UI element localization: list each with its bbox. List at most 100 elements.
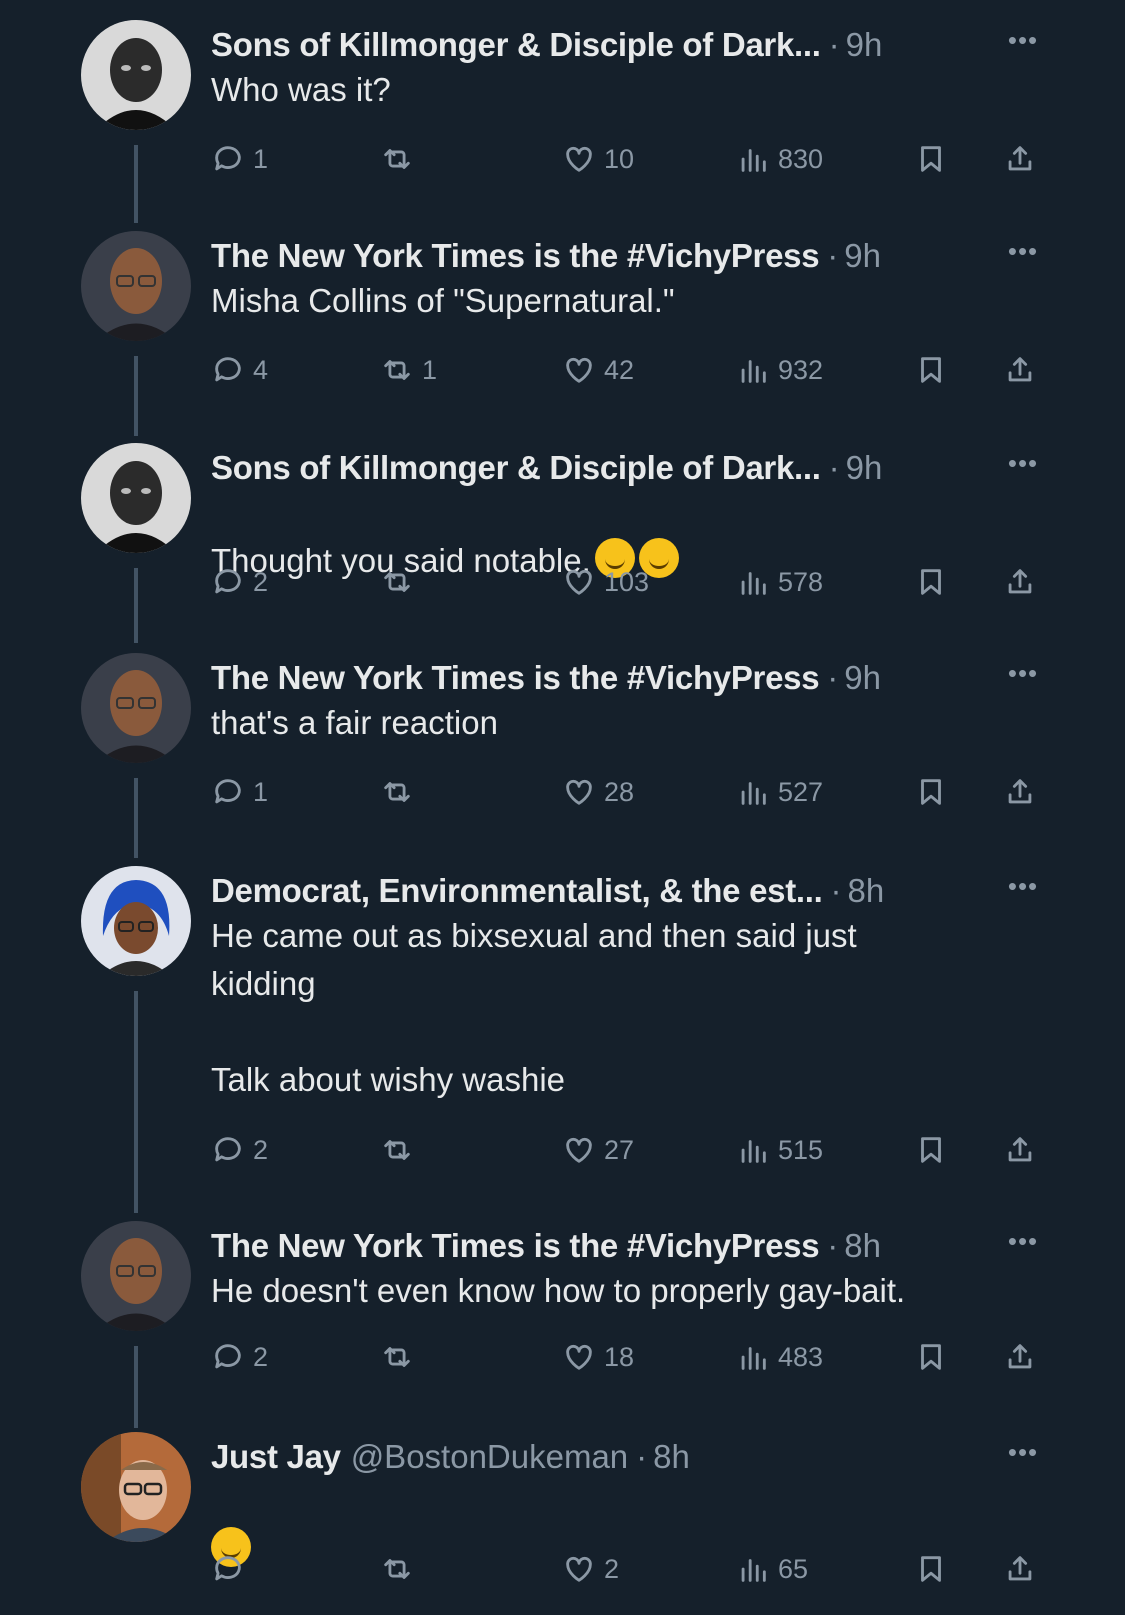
reply-button[interactable]: 1 (211, 137, 268, 181)
timestamp[interactable]: 9h (844, 237, 881, 275)
display-name[interactable]: The New York Times is the #VichyPress (211, 1227, 820, 1265)
avatar[interactable] (81, 866, 191, 976)
avatar[interactable] (81, 1221, 191, 1331)
avatar[interactable] (81, 443, 191, 553)
share-button[interactable] (1003, 560, 1037, 604)
retweet-button[interactable] (380, 770, 422, 814)
avatar[interactable] (81, 1432, 191, 1542)
retweet-icon (384, 572, 410, 592)
avatar[interactable] (81, 653, 191, 763)
like-button[interactable]: 27 (562, 1128, 634, 1172)
retweet-count: 1 (422, 354, 438, 385)
more-icon[interactable]: ••• (1003, 873, 1043, 906)
views-button[interactable]: 578 (736, 560, 823, 604)
bookmark-button[interactable] (914, 1547, 948, 1591)
like-count: 10 (604, 143, 635, 174)
like-button[interactable]: 42 (562, 348, 634, 392)
like-count: 42 (604, 354, 635, 385)
share-icon (1008, 1556, 1032, 1581)
views-icon (741, 1140, 766, 1163)
reply-button[interactable]: 1 (211, 770, 268, 814)
reply-button[interactable] (211, 1547, 253, 1591)
display-name[interactable]: Sons of Killmonger & Disciple of Dark... (211, 26, 821, 64)
tweet-text: Misha Collins of "Supernatural." (211, 282, 675, 319)
share-icon (1008, 779, 1032, 804)
heart-icon (566, 1556, 592, 1582)
bookmark-button[interactable] (914, 770, 948, 814)
like-count: 2 (604, 1553, 620, 1584)
reply-button[interactable]: 2 (211, 560, 268, 604)
retweet-button[interactable] (380, 1547, 422, 1591)
like-button[interactable]: 18 (562, 1335, 634, 1379)
like-button[interactable]: 2 (562, 1547, 619, 1591)
like-count: 103 (604, 566, 650, 597)
like-button[interactable]: 103 (562, 560, 649, 604)
reply-button[interactable]: 2 (211, 1128, 268, 1172)
timestamp[interactable]: 9h (844, 659, 881, 697)
like-button[interactable]: 28 (562, 770, 634, 814)
view-count: 830 (778, 143, 824, 174)
tweet-actions: 2 103 578 (0, 560, 1125, 604)
reply-button[interactable]: 4 (211, 348, 268, 392)
separator-dot: · (830, 872, 842, 909)
user-handle[interactable]: @BostonDukeman (351, 1438, 628, 1476)
bookmark-button[interactable] (914, 560, 948, 604)
timestamp[interactable]: 8h (848, 872, 885, 910)
share-button[interactable] (1003, 770, 1037, 814)
views-button[interactable]: 65 (736, 1547, 808, 1591)
more-icon[interactable]: ••• (1003, 450, 1043, 483)
bookmark-button[interactable] (914, 348, 948, 392)
share-button[interactable] (1003, 137, 1037, 181)
views-icon (741, 360, 766, 383)
display-name[interactable]: Just Jay (211, 1438, 341, 1476)
display-name[interactable]: Sons of Killmonger & Disciple of Dark... (211, 449, 821, 487)
separator-dot: · (636, 1438, 648, 1475)
timestamp[interactable]: 9h (846, 26, 883, 64)
bookmark-icon (921, 779, 941, 805)
tweet-text: He doesn't even know how to properly gay… (211, 1272, 906, 1309)
more-icon[interactable]: ••• (1003, 1228, 1043, 1261)
avatar[interactable] (81, 20, 191, 130)
reply-count: 1 (253, 143, 269, 174)
share-button[interactable] (1003, 1335, 1037, 1379)
timestamp[interactable]: 9h (846, 449, 883, 487)
bookmark-button[interactable] (914, 137, 948, 181)
more-icon[interactable]: ••• (1003, 238, 1043, 271)
reply-icon (215, 146, 241, 171)
share-button[interactable] (1003, 1547, 1037, 1591)
views-button[interactable]: 483 (736, 1335, 823, 1379)
more-icon[interactable]: ••• (1003, 27, 1043, 60)
bookmark-button[interactable] (914, 1335, 948, 1379)
share-icon (1008, 1137, 1032, 1162)
view-count: 527 (778, 776, 824, 807)
retweet-icon (384, 782, 410, 802)
tweet-actions: 1 10 830 (0, 137, 1125, 181)
timestamp[interactable]: 8h (653, 1438, 690, 1476)
heart-icon (566, 1137, 592, 1163)
views-button[interactable]: 932 (736, 348, 823, 392)
retweet-button[interactable] (380, 560, 422, 604)
timestamp[interactable]: 8h (844, 1227, 881, 1265)
display-name[interactable]: The New York Times is the #VichyPress (211, 237, 820, 275)
view-count: 483 (778, 1341, 824, 1372)
reply-button[interactable]: 2 (211, 1335, 268, 1379)
more-icon[interactable]: ••• (1003, 660, 1043, 693)
views-button[interactable]: 515 (736, 1128, 823, 1172)
display-name[interactable]: The New York Times is the #VichyPress (211, 659, 820, 697)
retweet-button[interactable]: 1 (380, 348, 437, 392)
avatar[interactable] (81, 231, 191, 341)
tweet-text: Who was it? (211, 71, 391, 108)
retweet-button[interactable] (380, 1335, 422, 1379)
heart-icon (566, 146, 592, 172)
share-button[interactable] (1003, 1128, 1037, 1172)
thread-line (134, 991, 138, 1213)
views-button[interactable]: 527 (736, 770, 823, 814)
more-icon[interactable]: ••• (1003, 1439, 1043, 1472)
views-button[interactable]: 830 (736, 137, 823, 181)
share-button[interactable] (1003, 348, 1037, 392)
like-button[interactable]: 10 (562, 137, 634, 181)
retweet-button[interactable] (380, 137, 422, 181)
retweet-button[interactable] (380, 1128, 422, 1172)
display-name[interactable]: Democrat, Environmentalist, & the est... (211, 872, 823, 910)
bookmark-button[interactable] (914, 1128, 948, 1172)
